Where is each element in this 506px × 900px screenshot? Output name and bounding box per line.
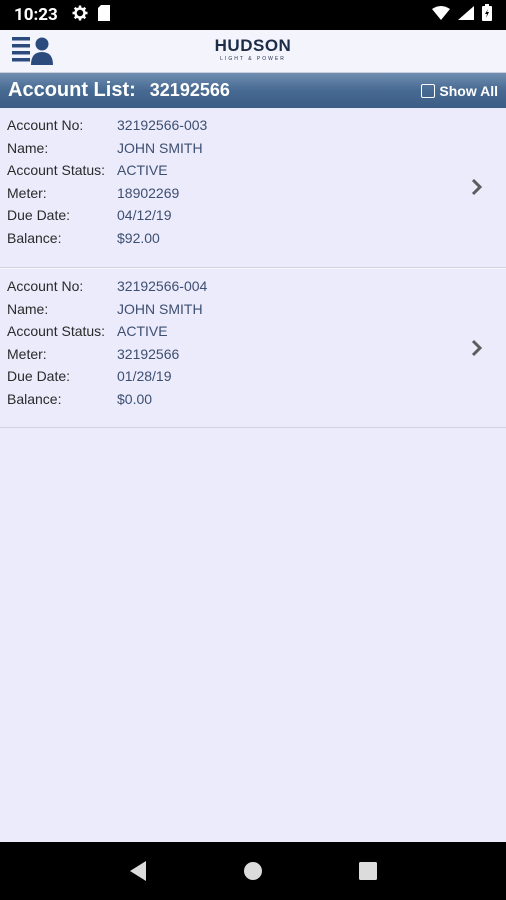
balance-row: Balance: $92.00 [0,227,506,250]
due-date-row: Due Date: 04/12/19 [0,204,506,227]
status-bar: 10:23 [0,0,506,30]
gear-icon [72,5,88,26]
name-value: JOHN SMITH [117,300,203,317]
page-title: Account List: [8,79,136,101]
meter-value: 18902269 [117,184,180,201]
field-label: Account No: [7,117,84,134]
signal-icon [458,5,474,25]
home-icon [243,862,262,880]
balance-value: $92.00 [117,229,160,246]
balance-row: Balance: $0.00 [0,388,506,411]
account-no-row: Account No: 32192566-004 [0,275,506,298]
chevron-right-icon[interactable] [470,339,484,357]
field-label: Balance: [7,229,62,246]
field-label: Name: [7,139,49,156]
status-row: Account Status: ACTIVE [0,159,506,182]
back-icon [129,861,146,881]
account-no-value: 32192566-004 [117,278,208,295]
account-list: Account No: 32192566-003 Name: JOHN SMIT… [0,108,506,428]
field-label: Account Status: [7,162,106,179]
show-all-toggle[interactable]: Show All [421,83,498,99]
recents-button[interactable] [353,856,383,886]
logo-subtext: LIGHT & POWER [220,56,286,62]
meter-row: Meter: 32192566 [0,343,506,366]
field-label: Balance: [7,390,62,407]
meter-value: 32192566 [117,345,180,362]
status-value: ACTIVE [117,323,168,340]
field-label: Due Date: [7,207,71,224]
field-label: Meter: [7,345,47,362]
meter-row: Meter: 18902269 [0,182,506,205]
hudson-logo: HUDSON LIGHT & POWER [208,37,298,67]
field-label: Account No: [7,278,84,295]
account-menu-button[interactable] [12,34,54,68]
account-card[interactable]: Account No: 32192566-004 Name: JOHN SMIT… [0,268,506,428]
account-menu-icon [12,37,53,65]
account-list-title-bar: Account List: 32192566 Show All [0,73,506,108]
name-row: Name: JOHN SMITH [0,137,506,160]
wifi-icon [432,5,450,25]
name-value: JOHN SMITH [117,139,203,156]
due-date-value: 04/12/19 [117,207,172,224]
recents-icon [359,862,378,880]
home-button[interactable] [238,856,268,886]
name-row: Name: JOHN SMITH [0,298,506,321]
balance-value: $0.00 [117,390,153,407]
status-value: ACTIVE [117,162,168,179]
battery-icon [482,4,492,26]
account-card[interactable]: Account No: 32192566-003 Name: JOHN SMIT… [0,108,506,268]
sim-card-icon [97,4,110,26]
back-button[interactable] [123,856,153,886]
show-all-label: Show All [439,82,498,99]
field-label: Due Date: [7,368,71,385]
due-date-value: 01/28/19 [117,368,172,385]
field-label: Name: [7,300,49,317]
due-date-row: Due Date: 01/28/19 [0,365,506,388]
navigation-bar [0,842,506,900]
status-row: Account Status: ACTIVE [0,320,506,343]
account-no-row: Account No: 32192566-003 [0,114,506,137]
logo-text: HUDSON [214,36,292,55]
chevron-right-icon[interactable] [470,178,484,196]
show-all-checkbox[interactable] [421,83,436,98]
customer-number: 32192566 [149,80,230,100]
app-header: HUDSON LIGHT & POWER [0,30,506,73]
status-time: 10:23 [14,5,58,25]
field-label: Meter: [7,184,47,201]
field-label: Account Status: [7,323,106,340]
account-no-value: 32192566-003 [117,117,208,134]
